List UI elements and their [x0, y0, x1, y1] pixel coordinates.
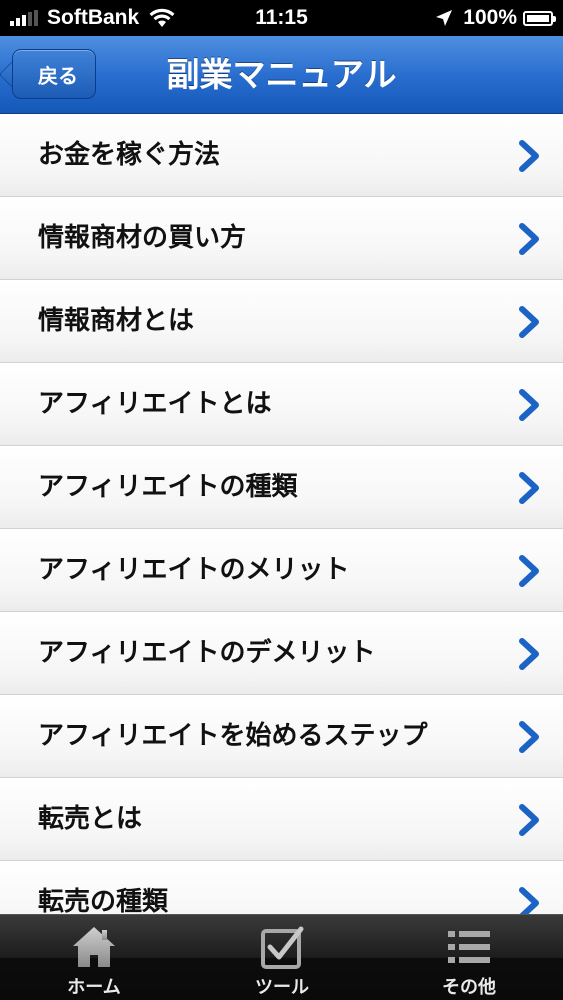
tab-other[interactable]: その他	[375, 915, 563, 1000]
status-bar: SoftBank 11:15 100%	[0, 0, 563, 36]
list-item[interactable]: 情報商材の買い方	[0, 197, 563, 280]
chevron-right-icon	[519, 472, 539, 504]
chevron-right-icon	[519, 721, 539, 753]
list-item-label: アフィリエイトの種類	[38, 472, 298, 502]
list-item-label: アフィリエイトを始めるステップ	[38, 721, 428, 751]
back-button[interactable]: 戻る	[12, 49, 96, 99]
tab-home-label: ホーム	[67, 977, 121, 998]
list-item-label: 転売の種類	[38, 887, 169, 914]
status-right: 100%	[435, 6, 556, 30]
chevron-right-icon	[519, 804, 539, 836]
home-icon	[73, 927, 115, 967]
tab-other-label: その他	[442, 977, 496, 998]
list-item[interactable]: アフィリエイトとは	[0, 363, 563, 446]
list-item[interactable]: 転売の種類	[0, 861, 563, 914]
tab-home[interactable]: ホーム	[0, 915, 188, 1000]
checkbox-icon	[261, 926, 304, 969]
tab-tools-label: ツール	[255, 977, 309, 998]
list-item-label: アフィリエイトのデメリット	[38, 638, 376, 668]
list-item-label: お金を稼ぐ方法	[38, 140, 221, 170]
chevron-right-icon	[519, 140, 539, 172]
list-item-label: アフィリエイトとは	[38, 389, 272, 419]
list-icon	[448, 931, 490, 963]
chevron-right-icon	[519, 223, 539, 255]
chevron-right-icon	[519, 306, 539, 338]
list-item-label: 転売とは	[38, 804, 143, 834]
tab-tools[interactable]: ツール	[188, 915, 376, 1000]
list-item[interactable]: アフィリエイトのメリット	[0, 529, 563, 612]
list-item[interactable]: アフィリエイトを始めるステップ	[0, 695, 563, 778]
list-item-label: 情報商材とは	[38, 306, 195, 336]
navigation-bar: 副業マニュアル 戻る	[0, 36, 563, 114]
chevron-right-icon	[519, 555, 539, 587]
chevron-right-icon	[519, 638, 539, 670]
battery-icon	[523, 10, 556, 26]
list-item-label: 情報商材の買い方	[38, 223, 247, 253]
location-arrow-icon	[436, 10, 453, 26]
chevron-right-icon	[519, 887, 539, 914]
list-item[interactable]: アフィリエイトのデメリット	[0, 612, 563, 695]
menu-list: お金を稼ぐ方法 情報商材の買い方 情報商材とはアフィリエイトとは アフィリエイトの種類…	[0, 114, 563, 914]
chevron-right-icon	[519, 389, 539, 421]
list-item[interactable]: アフィリエイトの種類	[0, 446, 563, 529]
tab-bar: ホーム ツール その他	[0, 914, 563, 1000]
battery-level	[527, 14, 549, 22]
battery-percent: 100%	[463, 6, 517, 29]
list-item[interactable]: 転売とは	[0, 778, 563, 861]
list-item-label: アフィリエイトのメリット	[38, 555, 350, 585]
list-item[interactable]: お金を稼ぐ方法	[0, 114, 563, 197]
list-item[interactable]: 情報商材とは	[0, 280, 563, 363]
